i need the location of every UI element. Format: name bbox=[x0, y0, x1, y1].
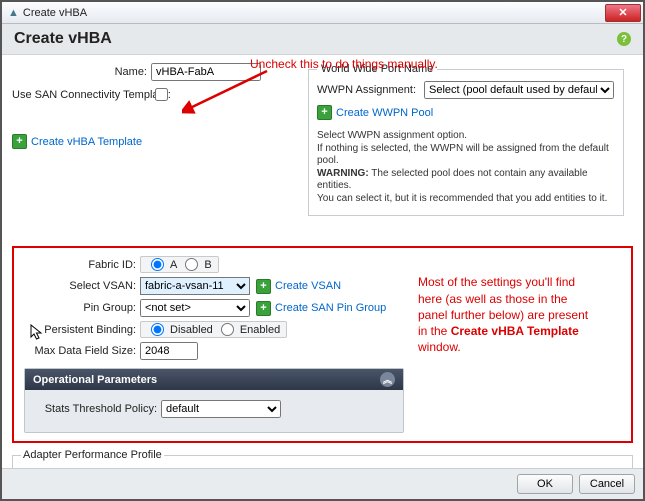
vsan-select[interactable]: fabric-a-vsan-11 bbox=[140, 277, 250, 295]
persistent-binding-group: Disabled Enabled bbox=[140, 321, 287, 338]
create-wwpn-pool-label: Create WWPN Pool bbox=[336, 107, 433, 119]
name-label: Name: bbox=[12, 66, 151, 78]
wwpn-group: World Wide Port Name WWPN Assignment: Se… bbox=[308, 63, 624, 216]
dialog-footer: OK Cancel bbox=[2, 468, 643, 499]
pb-disabled-label: Disabled bbox=[170, 324, 213, 336]
max-data-field-label: Max Data Field Size: bbox=[24, 345, 140, 357]
close-icon: ✕ bbox=[618, 6, 627, 19]
vsan-label: Select VSAN: bbox=[24, 280, 140, 292]
create-wwpn-pool-link[interactable]: + Create WWPN Pool bbox=[317, 105, 615, 120]
highlighted-settings: Fabric ID: A B Select VSAN: fabric-a-vsa… bbox=[12, 246, 633, 443]
create-pin-group-label: Create SAN Pin Group bbox=[275, 302, 386, 314]
help-icon[interactable]: ? bbox=[617, 32, 631, 46]
fabric-a-radio[interactable] bbox=[151, 258, 164, 271]
name-input[interactable] bbox=[151, 63, 261, 81]
wwpn-assign-select[interactable]: Select (pool default used by default) bbox=[424, 81, 614, 99]
fabric-b-radio[interactable] bbox=[185, 258, 198, 271]
ok-button[interactable]: OK bbox=[517, 474, 573, 494]
pb-disabled-radio[interactable] bbox=[151, 323, 164, 336]
max-data-field-input[interactable] bbox=[140, 342, 198, 360]
adapter-performance-legend: Adapter Performance Profile bbox=[21, 449, 164, 461]
page-title: Create vHBA bbox=[14, 30, 112, 48]
create-vhba-template-link[interactable]: + Create vHBA Template bbox=[12, 134, 292, 149]
persistent-binding-label: Persistent Binding: bbox=[24, 324, 140, 336]
operational-parameters-title: Operational Parameters bbox=[33, 374, 157, 386]
annotation-mid: Most of the settings you'll find here (a… bbox=[418, 256, 613, 433]
pin-group-label: Pin Group: bbox=[24, 302, 140, 314]
create-vsan-label: Create VSAN bbox=[275, 280, 341, 292]
create-pin-group-link[interactable]: + Create SAN Pin Group bbox=[256, 301, 386, 316]
collapse-icon: ︽ bbox=[380, 372, 395, 387]
fabric-b-label: B bbox=[204, 259, 211, 271]
operational-parameters-panel: Operational Parameters ︽ Stats Threshold… bbox=[24, 368, 404, 433]
content-area: Uncheck this to do things manually. Name… bbox=[2, 55, 643, 468]
wwpn-hint-line: WARNING: The selected pool does not cont… bbox=[317, 168, 615, 193]
basic-settings: Name: Use SAN Connectivity Template: + C… bbox=[12, 63, 292, 149]
plus-icon: + bbox=[256, 279, 271, 294]
operational-parameters-header[interactable]: Operational Parameters ︽ bbox=[25, 369, 403, 390]
wwpn-hint-line: If nothing is selected, the WWPN will be… bbox=[317, 143, 615, 168]
plus-icon: + bbox=[12, 134, 27, 149]
adapter-performance-group: Adapter Performance Profile bbox=[12, 449, 633, 468]
create-vsan-link[interactable]: + Create VSAN bbox=[256, 279, 341, 294]
plus-icon: + bbox=[317, 105, 332, 120]
cancel-button[interactable]: Cancel bbox=[579, 474, 635, 494]
use-template-label: Use SAN Connectivity Template: bbox=[12, 89, 151, 101]
wwpn-hint-line: Select WWPN assignment option. bbox=[317, 130, 615, 143]
dialog-header: Create vHBA ? bbox=[2, 24, 643, 55]
wwpn-hint: Select WWPN assignment option. If nothin… bbox=[317, 130, 615, 205]
close-button[interactable]: ✕ bbox=[605, 4, 641, 22]
wwpn-assign-label: WWPN Assignment: bbox=[317, 84, 420, 96]
pb-enabled-label: Enabled bbox=[240, 324, 280, 336]
fabric-id-label: Fabric ID: bbox=[24, 259, 140, 271]
pin-group-select[interactable]: <not set> bbox=[140, 299, 250, 317]
plus-icon: + bbox=[256, 301, 271, 316]
stats-threshold-select[interactable]: default bbox=[161, 400, 281, 418]
use-template-checkbox[interactable] bbox=[155, 88, 168, 101]
window-title: Create vHBA bbox=[23, 7, 87, 19]
create-vhba-template-label: Create vHBA Template bbox=[31, 136, 142, 148]
stats-threshold-label: Stats Threshold Policy: bbox=[37, 403, 161, 415]
wwpn-hint-line: You can select it, but it is recommended… bbox=[317, 193, 615, 206]
fabric-a-label: A bbox=[170, 259, 177, 271]
annotation-top: Uncheck this to do things manually. bbox=[250, 57, 438, 73]
fabric-id-radio-group: A B bbox=[140, 256, 219, 273]
titlebar: ▲ Create vHBA ✕ bbox=[2, 2, 643, 24]
app-icon: ▲ bbox=[8, 7, 19, 19]
pb-enabled-radio[interactable] bbox=[221, 323, 234, 336]
